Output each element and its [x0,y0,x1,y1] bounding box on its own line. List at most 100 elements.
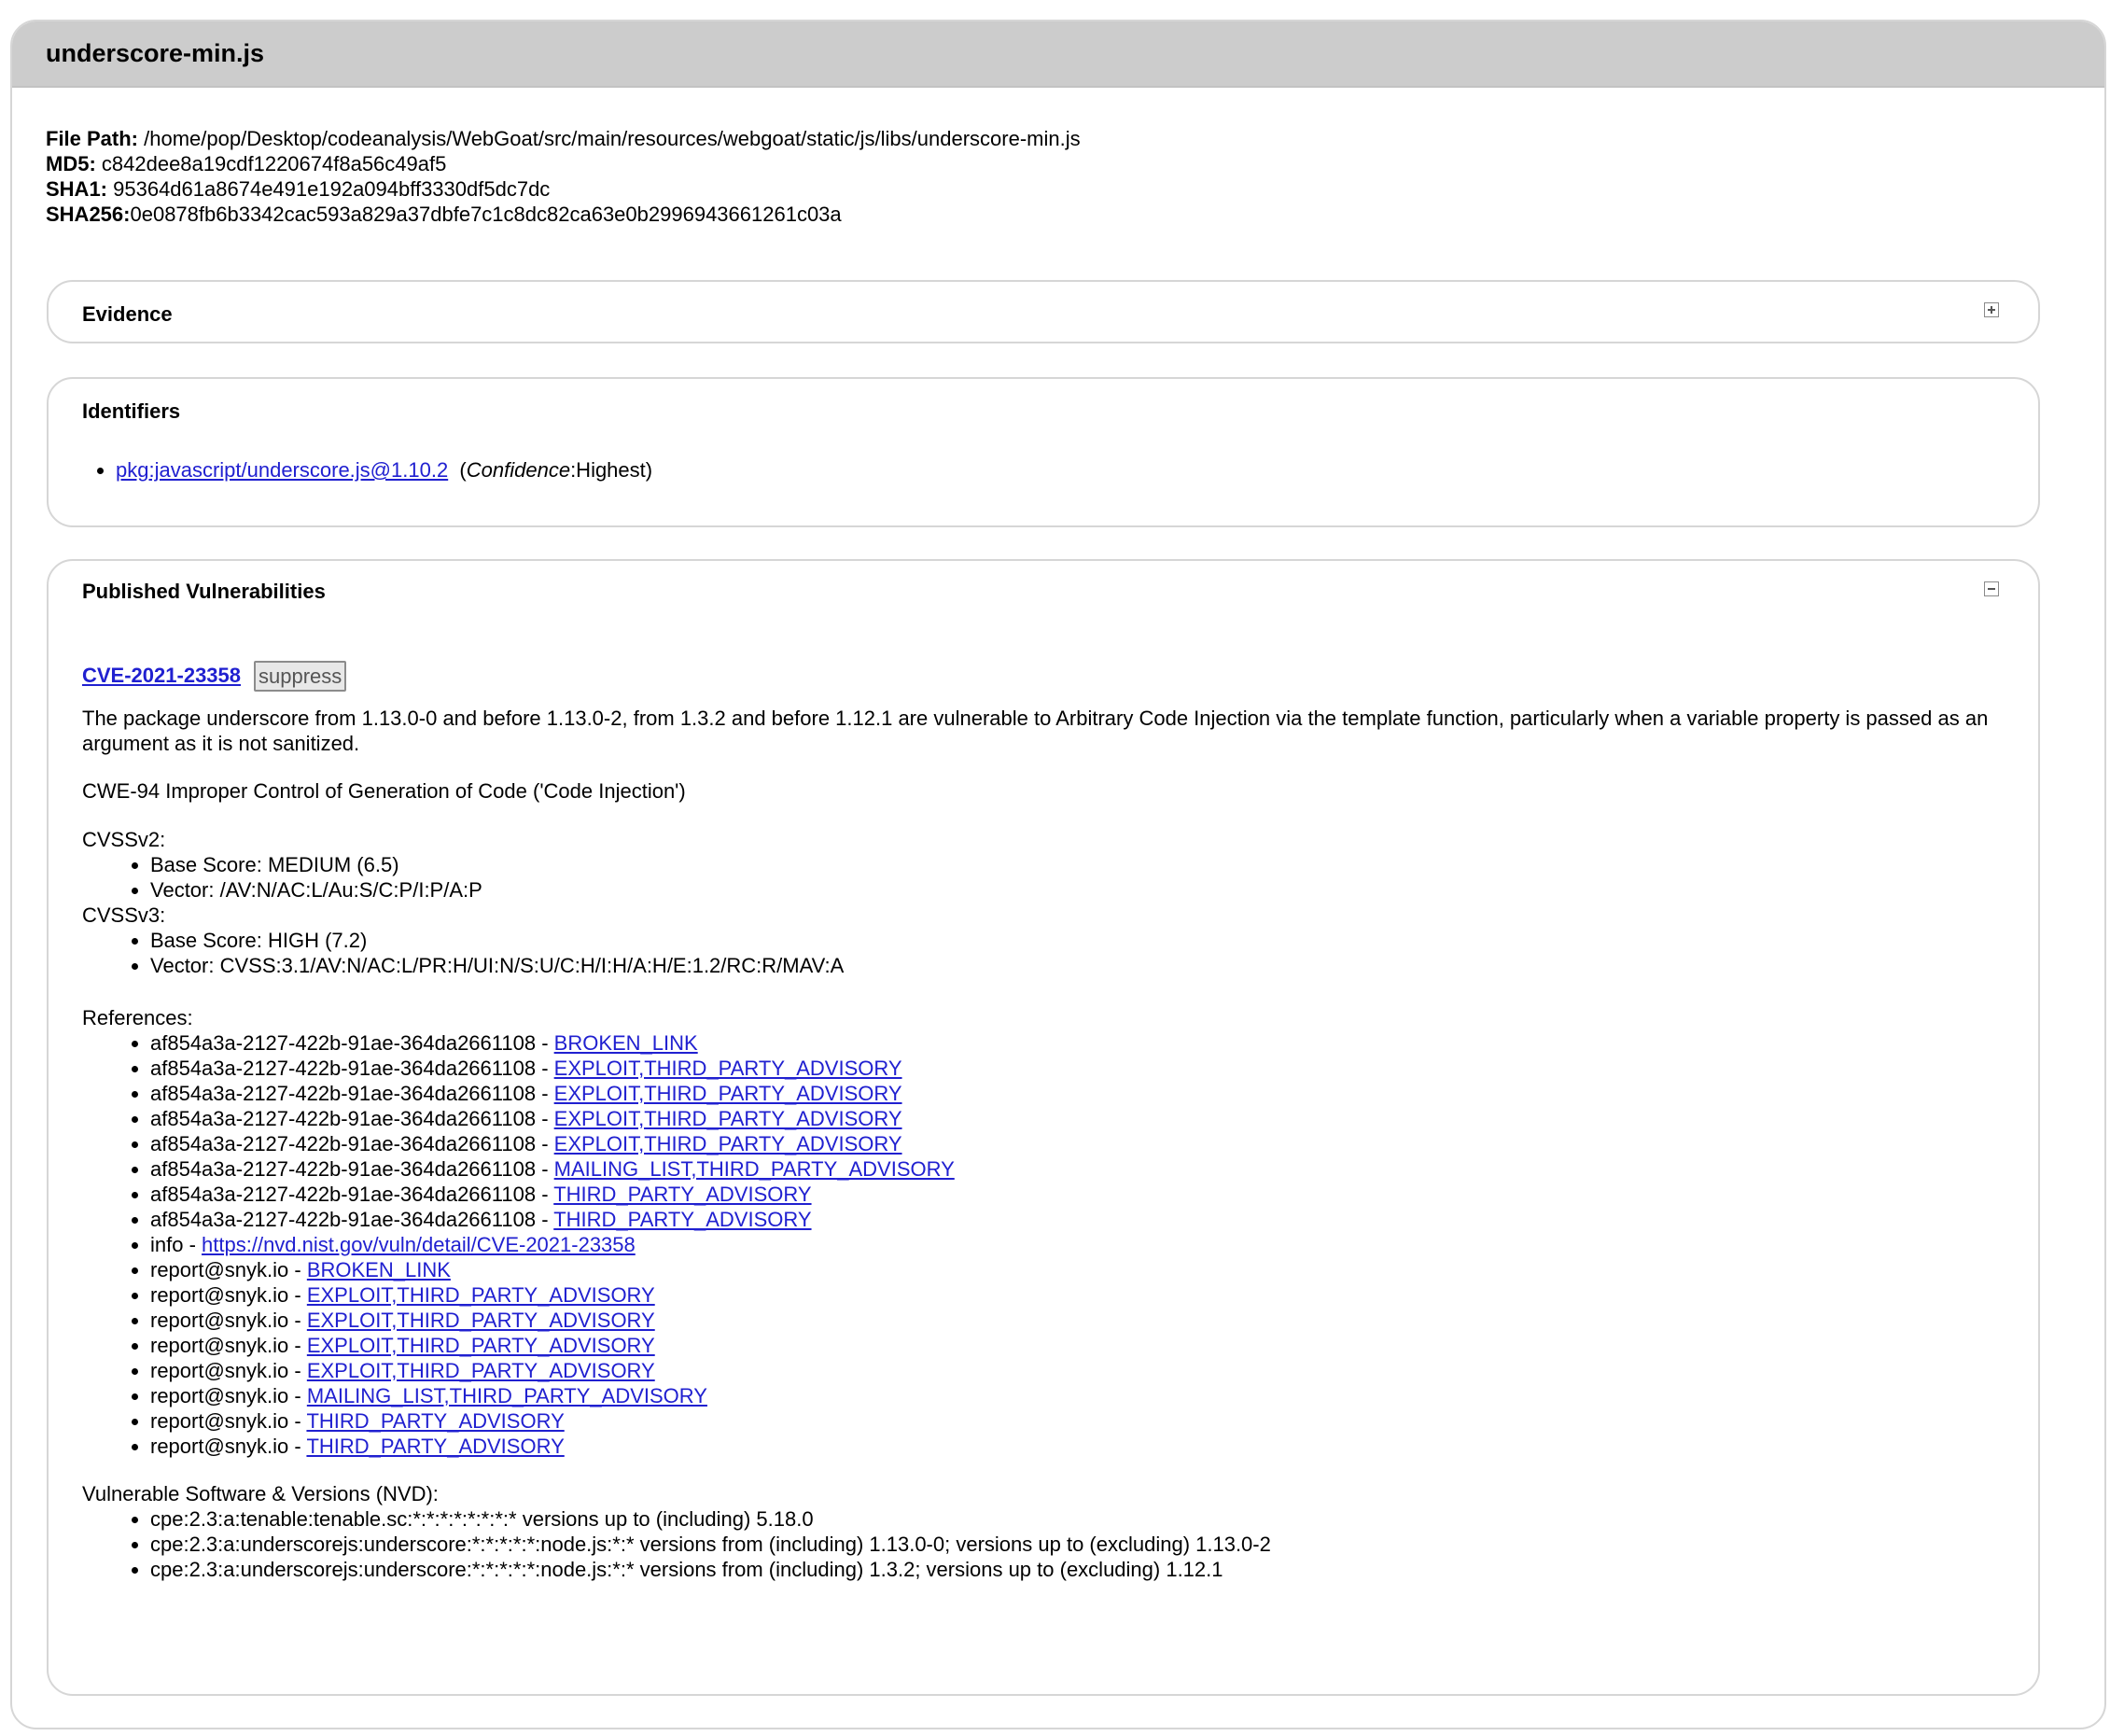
evidence-title[interactable]: Evidence [82,302,173,327]
identifiers-title: Identifiers [82,399,181,423]
sha256-label: SHA256: [46,203,131,226]
cve-link[interactable]: CVE-2021-23358 [82,664,241,688]
reference-link[interactable]: EXPLOIT,THIRD_PARTY_ADVISORY [554,1057,902,1080]
cwe-text: CWE-94 Improper Control of Generation of… [82,779,686,803]
reference-source: report@snyk.io - [150,1258,307,1281]
list-item: cpe:2.3:a:tenable:tenable.sc:*:*:*:*:*:*… [150,1506,2014,1532]
reference-item: report@snyk.io - THIRD_PARTY_ADVISORY [150,1408,2014,1434]
nvd-list: cpe:2.3:a:tenable:tenable.sc:*:*:*:*:*:*… [82,1506,2014,1582]
reference-link[interactable]: BROKEN_LINK [554,1031,698,1055]
reference-source: af854a3a-2127-422b-91ae-364da2661108 - [150,1183,554,1206]
reference-link[interactable]: THIRD_PARTY_ADVISORY [306,1409,564,1433]
reference-item: af854a3a-2127-422b-91ae-364da2661108 - B… [150,1030,2014,1056]
reference-item: report@snyk.io - EXPLOIT,THIRD_PARTY_ADV… [150,1358,2014,1383]
reference-item: report@snyk.io - EXPLOIT,THIRD_PARTY_ADV… [150,1308,2014,1333]
reference-link[interactable]: BROKEN_LINK [307,1258,451,1281]
reference-source: af854a3a-2127-422b-91ae-364da2661108 - [150,1157,554,1181]
evidence-section: Evidence [47,280,2040,343]
page: underscore-min.js File Path: /home/pop/D… [0,0,2124,1736]
sha1-label: SHA1: [46,177,108,201]
reference-item: report@snyk.io - EXPLOIT,THIRD_PARTY_ADV… [150,1333,2014,1358]
md5-value: c842dee8a19cdf1220674f8a56c49af5 [95,152,447,175]
reference-link[interactable]: MAILING_LIST,THIRD_PARTY_ADVISORY [307,1384,707,1407]
plus-box-icon[interactable] [1984,302,1999,317]
reference-item: report@snyk.io - BROKEN_LINK [150,1257,2014,1282]
reference-link[interactable]: EXPLOIT,THIRD_PARTY_ADVISORY [307,1359,655,1382]
reference-link[interactable]: EXPLOIT,THIRD_PARTY_ADVISORY [554,1082,902,1105]
list-item: pkg:javascript/underscore.js@1.10.2 (Con… [116,456,652,484]
reference-source: report@snyk.io - [150,1409,307,1433]
suppress-button[interactable]: suppress [254,660,347,692]
reference-item: af854a3a-2127-422b-91ae-364da2661108 - E… [150,1131,2014,1156]
reference-source: report@snyk.io - [150,1309,307,1332]
identifier-link[interactable]: pkg:javascript/underscore.js@1.10.2 [116,458,448,482]
reference-source: info - [150,1233,203,1256]
reference-source: af854a3a-2127-422b-91ae-364da2661108 - [150,1057,554,1080]
md5-row: MD5: c842dee8a19cdf1220674f8a56c49af5 [46,151,1081,176]
file-header: underscore-min.js [12,21,2104,88]
list-item: cpe:2.3:a:underscorejs:underscore:*:*:*:… [150,1557,2014,1582]
reference-source: af854a3a-2127-422b-91ae-364da2661108 - [150,1082,554,1105]
reference-link[interactable]: EXPLOIT,THIRD_PARTY_ADVISORY [554,1107,902,1130]
confidence-label: Confidence [466,458,571,482]
cve-line: CVE-2021-23358 suppress [82,659,2014,693]
vulnerability-body: CVE-2021-23358 suppress The package unde… [82,659,2014,1582]
reference-source: af854a3a-2127-422b-91ae-364da2661108 - [150,1107,554,1130]
list-item: cpe:2.3:a:underscorejs:underscore:*:*:*:… [150,1532,2014,1557]
vulnerabilities-title[interactable]: Published Vulnerabilities [82,580,326,604]
file-name: underscore-min.js [46,39,265,67]
reference-link[interactable]: EXPLOIT,THIRD_PARTY_ADVISORY [307,1334,655,1357]
cve-description: The package underscore from 1.13.0-0 and… [82,707,1989,755]
reference-source: report@snyk.io - [150,1359,307,1382]
references-label: References: [82,1006,193,1029]
sha1-row: SHA1: 95364d61a8674e491e192a094bff3330df… [46,176,1081,202]
reference-source: report@snyk.io - [150,1334,307,1357]
cvssv3-list: Base Score: HIGH (7.2) Vector: CVSS:3.1/… [82,928,2014,978]
md5-label: MD5: [46,152,96,175]
reference-link[interactable]: MAILING_LIST,THIRD_PARTY_ADVISORY [554,1157,955,1181]
reference-source: report@snyk.io - [150,1435,307,1458]
file-path-label: File Path: [46,127,139,150]
reference-link[interactable]: EXPLOIT,THIRD_PARTY_ADVISORY [307,1309,655,1332]
confidence-open: ( [459,458,467,482]
references-list: af854a3a-2127-422b-91ae-364da2661108 - B… [82,1030,2014,1459]
minus-box-icon[interactable] [1984,581,1999,596]
file-path-row: File Path: /home/pop/Desktop/codeanalysi… [46,126,1081,151]
reference-item: info - https://nvd.nist.gov/vuln/detail/… [150,1232,2014,1257]
list-item: Base Score: HIGH (7.2) [150,928,2014,953]
reference-item: af854a3a-2127-422b-91ae-364da2661108 - T… [150,1182,2014,1207]
reference-link[interactable]: EXPLOIT,THIRD_PARTY_ADVISORY [307,1283,655,1307]
list-item: Vector: /AV:N/AC:L/Au:S/C:P/I:P/A:P [150,877,2014,903]
cvssv3-label: CVSSv3: [82,903,166,927]
reference-item: report@snyk.io - EXPLOIT,THIRD_PARTY_ADV… [150,1282,2014,1308]
reference-item: report@snyk.io - MAILING_LIST,THIRD_PART… [150,1383,2014,1408]
file-path-value: /home/pop/Desktop/codeanalysis/WebGoat/s… [138,127,1081,150]
reference-link[interactable]: THIRD_PARTY_ADVISORY [306,1435,564,1458]
sha256-value: 0e0878fb6b3342cac593a829a37dbfe7c1c8dc82… [130,203,842,226]
identifiers-list: pkg:javascript/underscore.js@1.10.2 (Con… [82,456,652,484]
reference-source: report@snyk.io - [150,1384,307,1407]
reference-link[interactable]: THIRD_PARTY_ADVISORY [553,1183,811,1206]
reference-source: af854a3a-2127-422b-91ae-364da2661108 - [150,1132,554,1155]
confidence-value: :Highest) [570,458,653,482]
list-item: Vector: CVSS:3.1/AV:N/AC:L/PR:H/UI:N/S:U… [150,953,2014,978]
reference-link[interactable]: EXPLOIT,THIRD_PARTY_ADVISORY [554,1132,902,1155]
reference-item: af854a3a-2127-422b-91ae-364da2661108 - T… [150,1207,2014,1232]
file-card: underscore-min.js File Path: /home/pop/D… [10,20,2106,1729]
reference-item: af854a3a-2127-422b-91ae-364da2661108 - E… [150,1106,2014,1131]
reference-source: report@snyk.io - [150,1283,307,1307]
cvssv2-list: Base Score: MEDIUM (6.5) Vector: /AV:N/A… [82,852,2014,903]
sha256-row: SHA256:0e0878fb6b3342cac593a829a37dbfe7c… [46,202,1081,227]
list-item: Base Score: MEDIUM (6.5) [150,852,2014,877]
reference-item: af854a3a-2127-422b-91ae-364da2661108 - M… [150,1156,2014,1182]
reference-item: af854a3a-2127-422b-91ae-364da2661108 - E… [150,1056,2014,1081]
reference-link[interactable]: THIRD_PARTY_ADVISORY [553,1208,811,1231]
reference-link[interactable]: https://nvd.nist.gov/vuln/detail/CVE-202… [202,1233,636,1256]
reference-source: af854a3a-2127-422b-91ae-364da2661108 - [150,1208,554,1231]
vulnerabilities-section: Published Vulnerabilities CVE-2021-23358… [47,559,2040,1696]
cvssv2-label: CVSSv2: [82,828,166,851]
nvd-label: Vulnerable Software & Versions (NVD): [82,1482,439,1505]
reference-source: af854a3a-2127-422b-91ae-364da2661108 - [150,1031,554,1055]
reference-item: report@snyk.io - THIRD_PARTY_ADVISORY [150,1434,2014,1459]
file-hashes: File Path: /home/pop/Desktop/codeanalysi… [46,126,1081,227]
